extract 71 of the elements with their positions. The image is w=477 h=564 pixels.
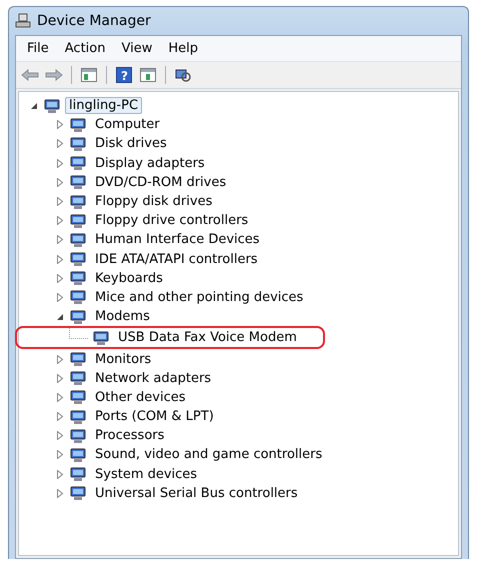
expand-toggle[interactable] bbox=[29, 100, 39, 111]
menu-item[interactable]: Help bbox=[161, 39, 205, 58]
tree-item[interactable]: Sound, video and game controllers bbox=[91, 446, 326, 464]
expand-toggle[interactable] bbox=[55, 354, 65, 364]
expand-toggle[interactable] bbox=[55, 373, 65, 384]
expand-toggle[interactable] bbox=[55, 392, 65, 402]
device-icon bbox=[69, 116, 87, 133]
tree-item[interactable]: Mice and other pointing devices bbox=[91, 288, 308, 306]
action-pane-button[interactable] bbox=[138, 65, 158, 85]
console-tree-button[interactable] bbox=[79, 65, 99, 85]
device-icon bbox=[69, 466, 87, 482]
menu-item[interactable]: File bbox=[20, 39, 56, 58]
device-icon bbox=[69, 212, 87, 229]
tree-item[interactable]: System devices bbox=[91, 466, 202, 483]
expand-toggle[interactable] bbox=[55, 488, 65, 498]
device-icon bbox=[69, 251, 87, 268]
tree-item[interactable]: Network adapters bbox=[91, 370, 216, 387]
device-icon bbox=[69, 174, 87, 190]
expand-toggle[interactable] bbox=[55, 430, 65, 441]
tree-item[interactable]: IDE ATA/ATAPI controllers bbox=[91, 250, 262, 268]
tree-item[interactable]: Human Interface Devices bbox=[91, 231, 264, 248]
device-icon bbox=[69, 428, 87, 444]
tree-item[interactable]: lingling-PC bbox=[65, 97, 142, 114]
tree-item[interactable]: Modems bbox=[91, 308, 154, 326]
device-icon bbox=[69, 485, 87, 502]
tree-item[interactable]: Computer bbox=[91, 116, 164, 134]
device-icon bbox=[69, 408, 87, 425]
expand-toggle[interactable] bbox=[55, 254, 65, 264]
device-icon bbox=[69, 351, 87, 368]
tree-item[interactable]: Disk drives bbox=[91, 135, 171, 152]
expand-toggle[interactable] bbox=[55, 138, 65, 149]
menu-item[interactable]: View bbox=[114, 39, 160, 58]
tree-item[interactable]: Floppy drive controllers bbox=[91, 212, 252, 230]
tree-item[interactable]: Display adapters bbox=[91, 154, 209, 172]
computer-icon bbox=[43, 98, 61, 114]
tree-item[interactable]: Processors bbox=[91, 427, 168, 444]
expand-toggle[interactable] bbox=[55, 273, 65, 284]
tree-item[interactable]: Other devices bbox=[91, 388, 190, 406]
device-icon bbox=[69, 308, 87, 325]
tree-item[interactable]: Ports (COM & LPT) bbox=[91, 408, 218, 426]
device-icon bbox=[92, 330, 110, 346]
expand-toggle[interactable] bbox=[55, 450, 65, 460]
tree-item[interactable]: Universal Serial Bus controllers bbox=[91, 484, 302, 502]
device-icon bbox=[69, 289, 87, 306]
device-icon bbox=[69, 389, 87, 406]
help-button[interactable]: ? bbox=[114, 65, 134, 85]
expand-toggle[interactable] bbox=[55, 292, 65, 302]
tree-item[interactable]: Keyboards bbox=[91, 270, 167, 287]
expand-toggle[interactable] bbox=[55, 469, 65, 480]
expand-toggle[interactable] bbox=[55, 177, 65, 188]
tree-item[interactable]: Monitors bbox=[91, 350, 156, 368]
expand-toggle[interactable] bbox=[55, 120, 65, 130]
device-icon bbox=[69, 370, 87, 386]
window-title: Device Manager bbox=[37, 13, 151, 29]
device-icon bbox=[69, 270, 87, 286]
expand-toggle[interactable] bbox=[55, 234, 65, 245]
expand-toggle[interactable] bbox=[55, 216, 65, 226]
device-icon bbox=[69, 136, 87, 152]
tree-item[interactable]: DVD/CD-ROM drives bbox=[91, 174, 230, 191]
tree-item[interactable]: USB Data Fax Voice Modem bbox=[114, 329, 301, 346]
expand-toggle[interactable] bbox=[55, 196, 65, 207]
menu-item[interactable]: Action bbox=[58, 39, 112, 58]
expand-toggle[interactable] bbox=[55, 158, 65, 168]
device-icon bbox=[69, 446, 87, 463]
expand-toggle[interactable] bbox=[55, 312, 65, 322]
device-icon bbox=[69, 155, 87, 172]
expand-toggle[interactable] bbox=[55, 412, 65, 422]
tree-item[interactable]: Floppy disk drives bbox=[91, 193, 216, 210]
device-manager-icon bbox=[15, 13, 31, 29]
device-icon bbox=[69, 232, 87, 248]
device-icon bbox=[69, 194, 87, 210]
